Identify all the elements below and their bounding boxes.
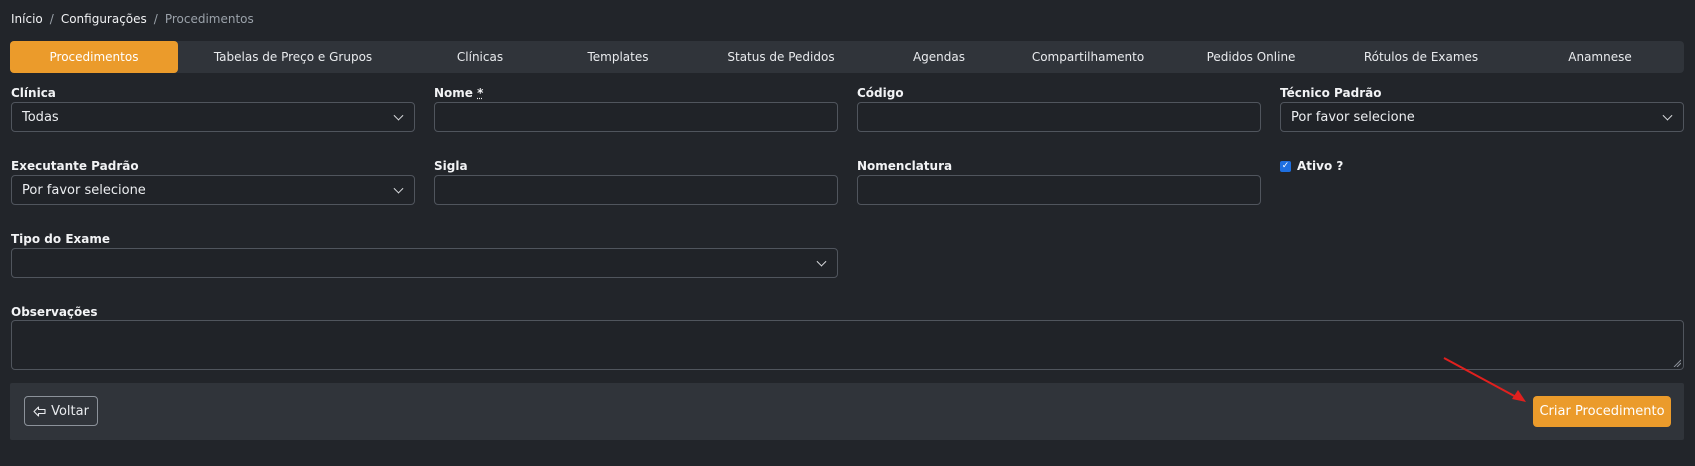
clinica-select[interactable]: Todas	[11, 102, 415, 132]
tipo-do-exame-label: Tipo do Exame	[11, 232, 110, 246]
breadcrumb: Início / Configurações / Procedimentos	[11, 12, 254, 26]
clinica-select-value: Todas	[22, 109, 59, 125]
ativo-checkbox[interactable]: ✓	[1280, 160, 1291, 172]
tecnico-padrao-label: Técnico Padrão	[1280, 86, 1382, 100]
clinica-label: Clínica	[11, 86, 56, 100]
breadcrumb-home-link[interactable]: Início	[11, 12, 43, 26]
executante-padrao-select-value: Por favor selecione	[22, 182, 146, 198]
ativo-label: Ativo ?	[1297, 159, 1344, 173]
tab-agendas[interactable]: Agendas	[878, 41, 1000, 73]
tab-pedidos-online[interactable]: Pedidos Online	[1176, 41, 1326, 73]
sigla-input[interactable]	[434, 175, 838, 205]
required-mark: *	[477, 86, 484, 100]
breadcrumb-separator: /	[49, 12, 54, 26]
chevron-down-icon	[393, 183, 404, 194]
nome-input[interactable]	[434, 102, 838, 132]
chevron-down-icon	[1662, 110, 1673, 121]
tab-templates[interactable]: Templates	[552, 41, 684, 73]
breadcrumb-config-link[interactable]: Configurações	[61, 12, 147, 26]
breadcrumb-separator: /	[153, 12, 158, 26]
tab-bar: Procedimentos Tabelas de Preço e Grupos …	[10, 41, 1684, 73]
breadcrumb-current: Procedimentos	[164, 12, 254, 26]
tab-tabelas-de-preco[interactable]: Tabelas de Preço e Grupos	[178, 41, 408, 73]
back-button[interactable]: Voltar	[24, 396, 98, 426]
tab-clinicas[interactable]: Clínicas	[408, 41, 552, 73]
tecnico-padrao-select-value: Por favor selecione	[1291, 109, 1415, 125]
nome-label-text: Nome	[434, 86, 473, 100]
chevron-down-icon	[816, 256, 827, 267]
sigla-label: Sigla	[434, 159, 468, 173]
codigo-label: Código	[857, 86, 904, 100]
nome-label: Nome *	[434, 86, 483, 100]
annotation-arrow-icon	[1443, 357, 1526, 402]
ativo-checkbox-group: ✓ Ativo ?	[1280, 159, 1343, 173]
nomenclatura-label: Nomenclatura	[857, 159, 953, 173]
tab-anamnese[interactable]: Anamnese	[1516, 41, 1684, 73]
observacoes-textarea[interactable]	[11, 320, 1684, 370]
tab-compartilhamento[interactable]: Compartilhamento	[1000, 41, 1176, 73]
arrow-left-icon	[33, 405, 46, 417]
tecnico-padrao-select[interactable]: Por favor selecione	[1280, 102, 1684, 132]
create-procedure-button[interactable]: Criar Procedimento	[1533, 396, 1671, 427]
chevron-down-icon	[393, 110, 404, 121]
back-button-label: Voltar	[51, 403, 89, 419]
executante-padrao-label: Executante Padrão	[11, 159, 139, 173]
tab-procedimentos[interactable]: Procedimentos	[10, 41, 178, 73]
resize-grip-icon[interactable]	[1673, 359, 1681, 367]
form-footer	[10, 383, 1684, 440]
tab-status-de-pedidos[interactable]: Status de Pedidos	[684, 41, 878, 73]
nomenclatura-input[interactable]	[857, 175, 1261, 205]
executante-padrao-select[interactable]: Por favor selecione	[11, 175, 415, 205]
observacoes-label: Observações	[11, 305, 98, 319]
tab-rotulos-de-exames[interactable]: Rótulos de Exames	[1326, 41, 1516, 73]
tipo-do-exame-select[interactable]	[11, 248, 838, 278]
codigo-input[interactable]	[857, 102, 1261, 132]
